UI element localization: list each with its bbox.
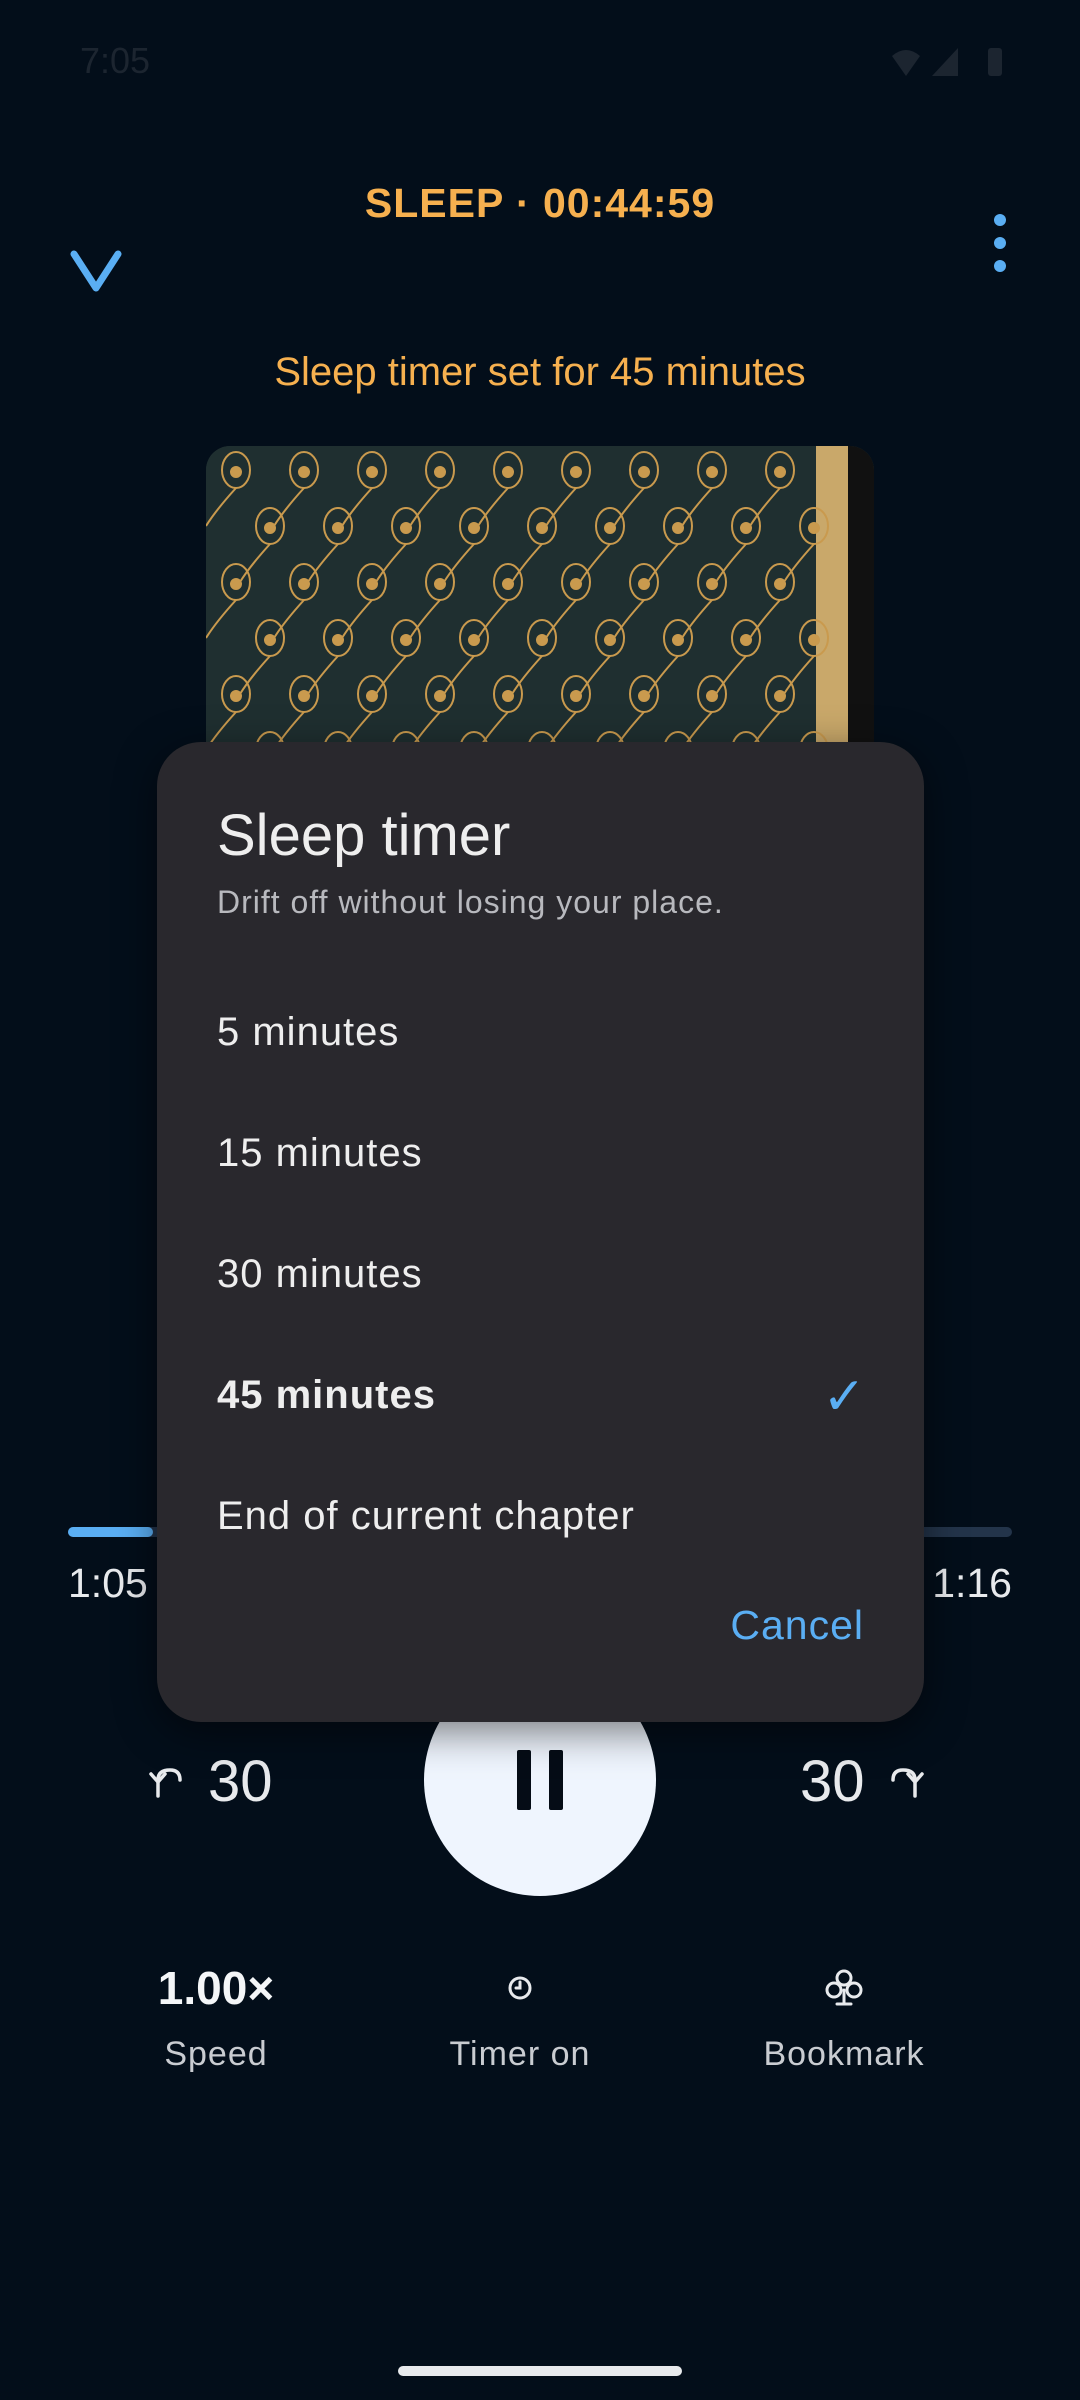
signal-icon — [932, 48, 958, 76]
option-label: 45 minutes — [217, 1373, 436, 1417]
option-end-of-chapter[interactable]: End of current chapter — [157, 1464, 924, 1574]
speed-label: Speed — [164, 2035, 268, 2073]
timer-label: Timer on — [449, 2035, 591, 2073]
wifi-icon — [892, 50, 920, 76]
sleep-countdown-title: SLEEP · 00:44:59 — [364, 180, 716, 226]
option-label: End of current chapter — [217, 1494, 635, 1538]
option-5-minutes[interactable]: 5 minutes — [157, 980, 924, 1090]
dialog-subtitle: Drift off without losing your place. — [217, 884, 724, 920]
speed-value: 1.00× — [157, 1962, 275, 2014]
rewind-seconds: 30 — [208, 1749, 273, 1814]
status-icons — [892, 44, 1012, 80]
forward-seconds: 30 — [800, 1749, 865, 1814]
more-options-button[interactable] — [980, 210, 1020, 276]
rewind-button[interactable]: 30 — [148, 1748, 273, 1815]
status-time: 7:05 — [80, 40, 151, 81]
cancel-button[interactable]: Cancel — [730, 1602, 864, 1649]
timer-icon — [508, 1976, 532, 2000]
option-label: 15 minutes — [217, 1131, 423, 1175]
home-indicator[interactable] — [398, 2366, 682, 2376]
option-45-minutes[interactable]: 45 minutes ✓ — [157, 1343, 924, 1453]
timer-set-message: Sleep timer set for 45 minutes — [274, 350, 806, 394]
club-icon — [825, 1969, 863, 2006]
collapse-button[interactable] — [68, 246, 124, 296]
option-30-minutes[interactable]: 30 minutes — [157, 1222, 924, 1332]
bookmark-label: Bookmark — [763, 2035, 925, 2073]
option-15-minutes[interactable]: 15 minutes — [157, 1101, 924, 1211]
book-cover-image — [206, 446, 874, 766]
remaining-time: 1:16 — [932, 1560, 1012, 1606]
chevron-down-icon — [70, 250, 122, 292]
speed-button[interactable]: 1.00× Speed — [86, 1955, 346, 2074]
elapsed-time: 1:05 — [68, 1560, 148, 1606]
battery-icon — [988, 48, 1002, 76]
pause-icon — [508, 1750, 572, 1810]
forward-button[interactable]: 30 — [800, 1748, 925, 1815]
rewind-icon — [149, 1767, 182, 1798]
option-label: 30 minutes — [217, 1252, 423, 1296]
dialog-title: Sleep timer — [217, 803, 511, 868]
progress-fill — [68, 1527, 153, 1537]
check-icon: ✓ — [822, 1368, 866, 1426]
bookmark-button[interactable]: Bookmark — [714, 1955, 974, 2074]
forward-icon — [890, 1767, 924, 1798]
more-vert-icon — [994, 214, 1006, 272]
timer-button[interactable]: Timer on — [390, 1955, 650, 2074]
sleep-timer-dialog: Sleep timer Drift off without losing you… — [157, 742, 924, 1722]
option-label: 5 minutes — [217, 1010, 400, 1054]
